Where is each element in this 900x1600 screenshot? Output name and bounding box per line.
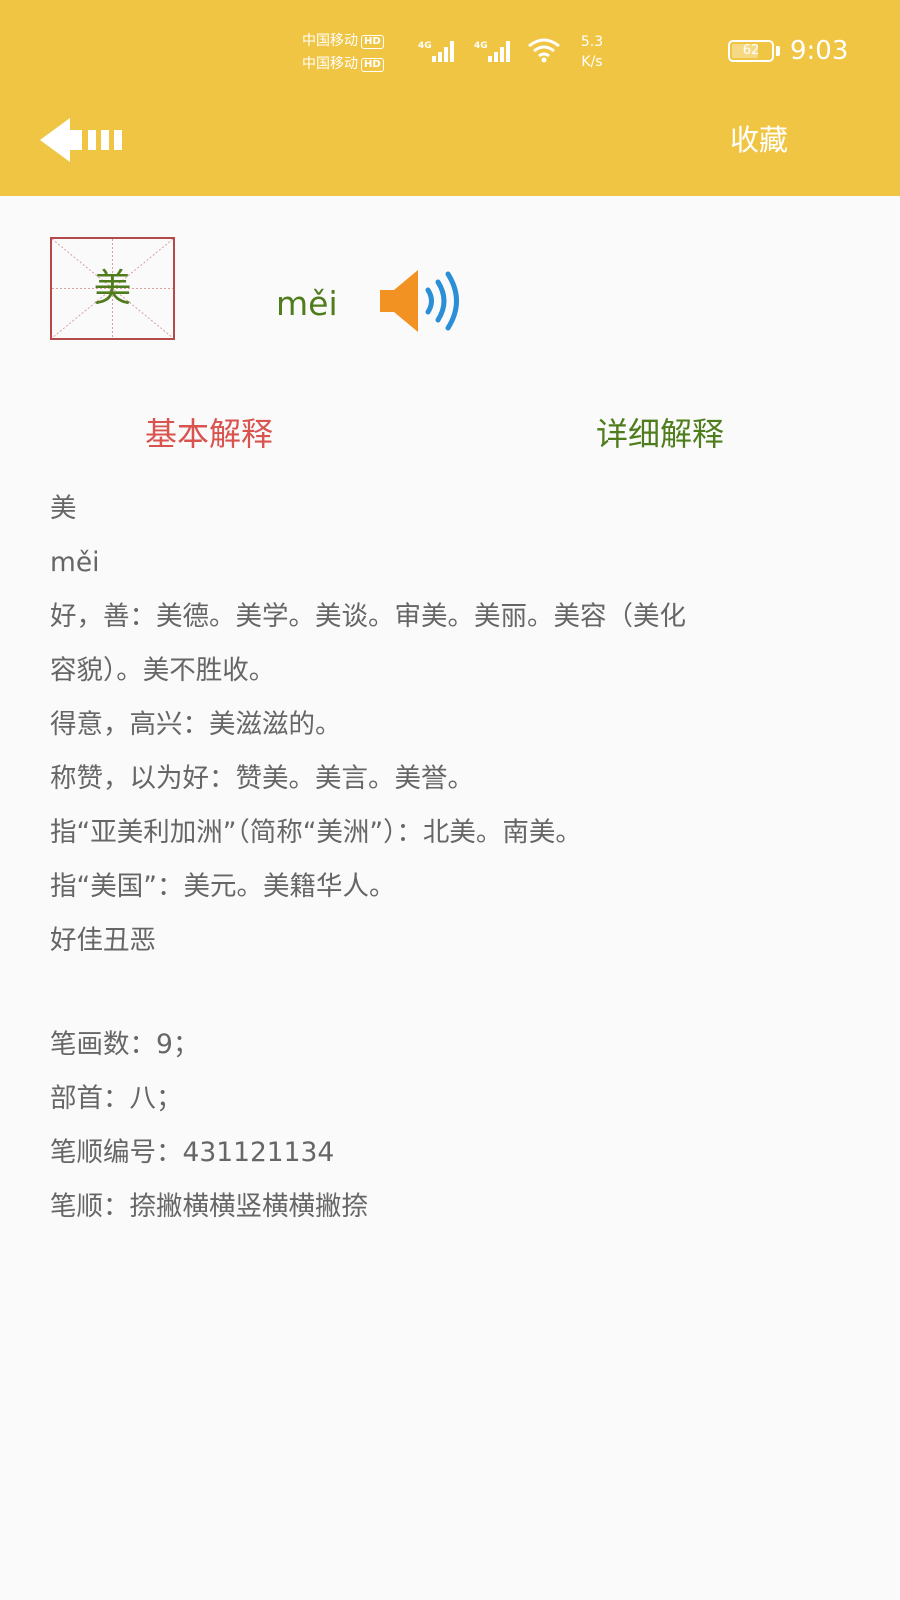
- stroke-count: 笔画数：9；: [50, 1029, 200, 1060]
- definition-meaning-4: 指“亚美利加洲”（简称“美洲”）：北美。南美。: [50, 817, 582, 848]
- battery-tip: [776, 46, 780, 56]
- speaker-icon[interactable]: [378, 266, 474, 336]
- hd-badge: HD: [361, 35, 384, 49]
- character-grid: 美: [50, 237, 175, 340]
- app-header: 中国移动 HD 中国移动 HD 4G 4G 5.3 K/s 62 9:03 收藏: [0, 0, 900, 196]
- definition-char: 美: [50, 493, 77, 524]
- carrier-2-label: 中国移动: [302, 56, 358, 72]
- back-arrow-icon[interactable]: [38, 114, 126, 166]
- definition-meaning-3: 称赞，以为好：赞美。美言。美誉。: [50, 763, 474, 794]
- hd-badge: HD: [361, 58, 384, 72]
- battery-level: 62: [742, 43, 760, 58]
- status-bar: 中国移动 HD 中国移动 HD 4G 4G 5.3 K/s 62 9:03: [0, 0, 900, 100]
- definition-meaning-1b: 容貌）。美不胜收。: [50, 655, 276, 686]
- definition-pinyin: měi: [50, 547, 100, 578]
- carrier-1: 中国移动 HD: [302, 32, 384, 50]
- carrier-1-label: 中国移动: [302, 33, 358, 49]
- network-speed: 5.3 K/s: [576, 32, 608, 72]
- speed-unit: K/s: [581, 54, 603, 70]
- pinyin-label: měi: [276, 284, 338, 323]
- stroke-order: 笔顺：捺撇横横竖横横撇捺: [50, 1191, 368, 1222]
- tab-basic-explanation[interactable]: 基本解释: [145, 410, 273, 458]
- favorite-button[interactable]: 收藏: [730, 118, 788, 162]
- speed-value: 5.3: [580, 34, 604, 50]
- stroke-code: 笔顺编号：431121134: [50, 1137, 335, 1168]
- radical: 部首：八；: [50, 1083, 183, 1114]
- definition-meaning-2: 得意，高兴：美滋滋的。: [50, 709, 342, 740]
- definition-antonyms: 好佳丑恶: [50, 925, 156, 956]
- network-type-1: 4G: [418, 41, 432, 51]
- battery-icon: 62: [728, 40, 774, 62]
- signal-icon: 4G: [474, 41, 510, 62]
- definition-content: 美 měi 好，善：美德。美学。美谈。审美。美丽。美容（美化 容貌）。美不胜收。…: [50, 482, 890, 1234]
- signal-icon: 4G: [418, 41, 454, 62]
- network-type-2: 4G: [474, 41, 488, 51]
- definition-meaning-5: 指“美国”：美元。美籍华人。: [50, 871, 396, 902]
- definition-meaning-1a: 好，善：美德。美学。美谈。审美。美丽。美容（美化: [50, 601, 686, 632]
- clock: 9:03: [790, 36, 849, 66]
- wifi-icon: [528, 38, 560, 63]
- tab-detailed-explanation[interactable]: 详细解释: [596, 410, 724, 458]
- character-glyph: 美: [93, 266, 132, 310]
- carrier-2: 中国移动 HD: [302, 55, 384, 73]
